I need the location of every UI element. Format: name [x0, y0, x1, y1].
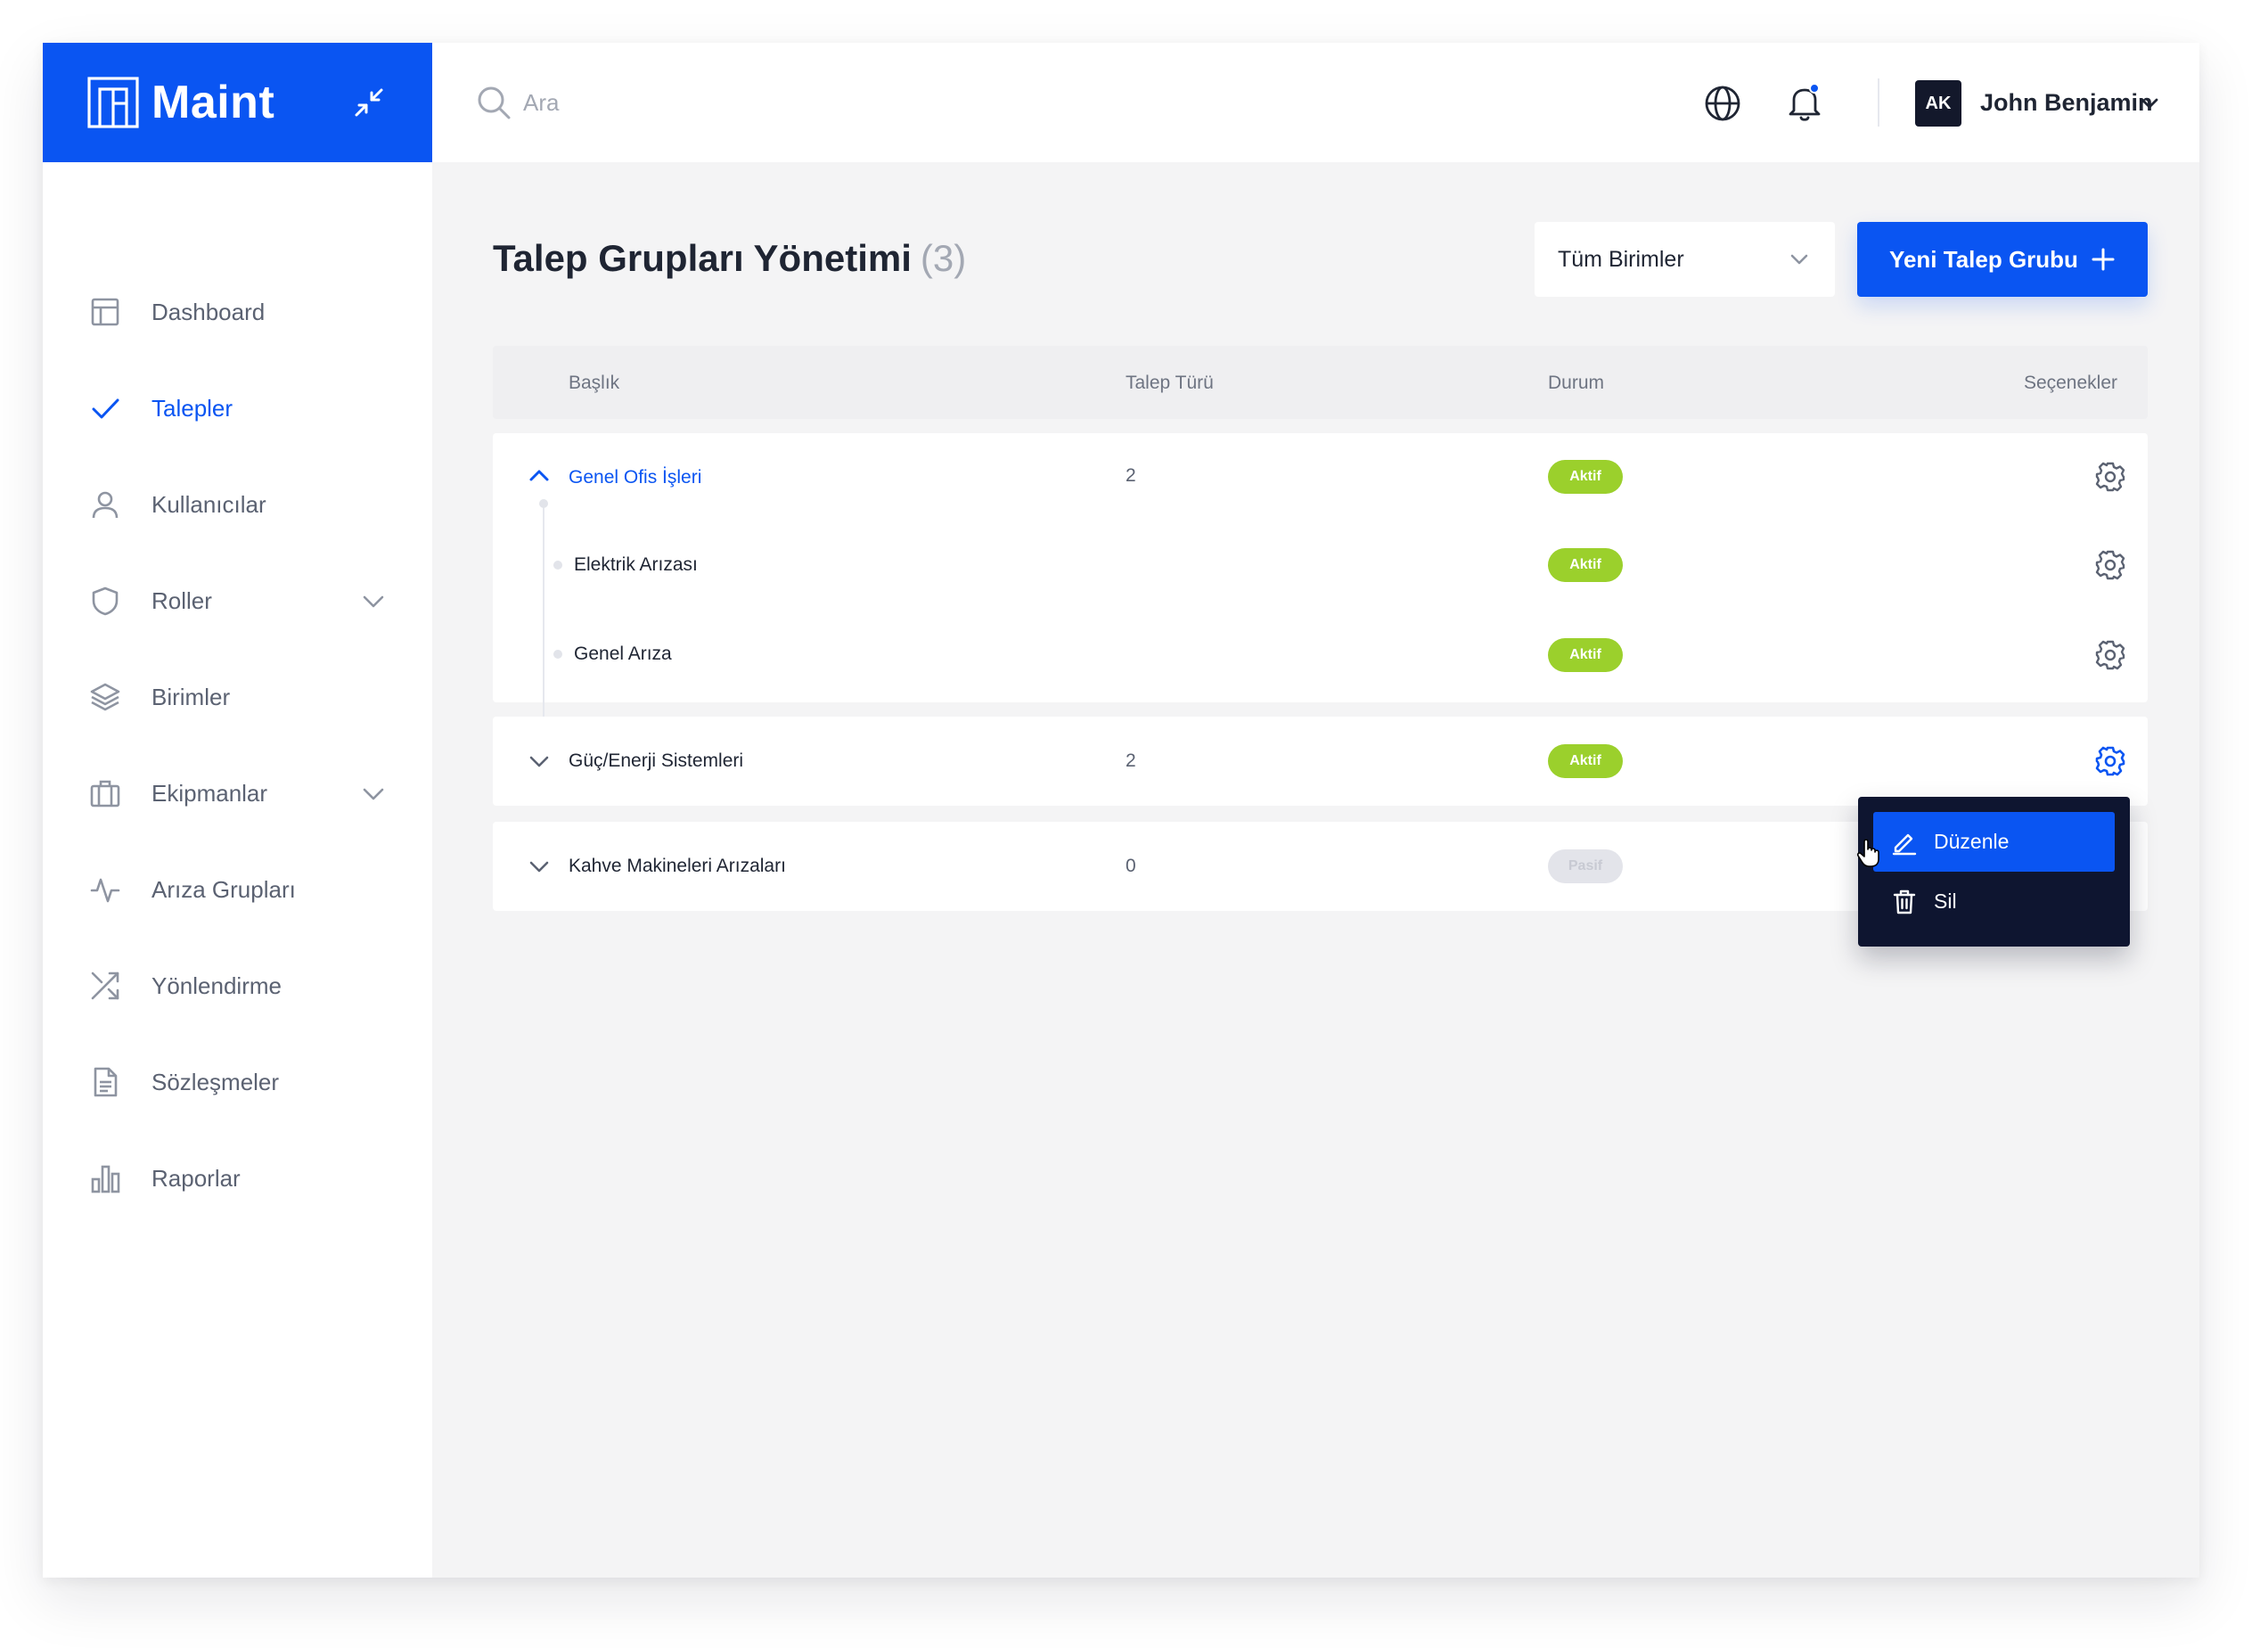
page-title: Talep Grupları Yönetimi (3): [493, 237, 966, 280]
sidebar-item-ekipmanlar[interactable]: Ekipmanlar: [43, 758, 432, 829]
maint-logo-icon: [87, 77, 139, 128]
menu-item-label: Düzenle: [1934, 830, 2010, 853]
layout-icon: [87, 294, 123, 330]
sidebar-item-ariza-gruplari[interactable]: Arıza Grupları: [43, 854, 432, 925]
status-badge: Aktif: [1548, 744, 1623, 778]
gear-icon[interactable]: [2094, 549, 2126, 581]
gear-icon[interactable]: [2094, 745, 2126, 777]
status-badge: Aktif: [1548, 548, 1623, 582]
hand-pointer-icon: [1856, 839, 1879, 867]
menu-item-delete[interactable]: Sil: [1873, 872, 2115, 931]
sidebar-item-yonlendirme[interactable]: Yönlendirme: [43, 950, 432, 1021]
options-dropdown-menu: Düzenle Sil: [1858, 797, 2130, 947]
gear-icon[interactable]: [2094, 461, 2126, 493]
gear-icon[interactable]: [2094, 639, 2126, 671]
sidebar-item-label: Talepler: [151, 394, 233, 422]
search-icon: [478, 86, 511, 119]
briefcase-icon: [87, 775, 123, 811]
page-title-count: (3): [920, 237, 967, 279]
new-request-group-button[interactable]: Yeni Talep Grubu: [1857, 222, 2148, 297]
request-type-count: 2: [1126, 750, 1136, 771]
sidebar-item-dashboard[interactable]: Dashboard: [43, 276, 432, 348]
sidebar-item-label: Yönlendirme: [151, 972, 282, 999]
topbar-divider: [1878, 78, 1879, 127]
bar-chart-icon: [87, 1160, 123, 1196]
pencil-icon: [1892, 833, 1917, 855]
request-type-count: 0: [1126, 856, 1136, 876]
sidebar-item-kullanicilar[interactable]: Kullanıcılar: [43, 469, 432, 540]
subgroup-title[interactable]: Elektrik Arızası: [574, 554, 698, 576]
column-header-options: Seçenekler: [2023, 373, 2117, 393]
menu-item-label: Sil: [1934, 890, 1957, 913]
chevron-down-icon: [1790, 254, 1808, 265]
shield-icon: [87, 583, 123, 619]
table-header: Başlık Talep Türü Durum Seçenekler: [493, 346, 2148, 419]
column-header-status: Durum: [1548, 373, 1605, 393]
sidebar-item-label: Kullanıcılar: [151, 490, 266, 518]
group-title[interactable]: Kahve Makineleri Arızaları: [569, 856, 786, 877]
sidebar-item-label: Dashboard: [151, 298, 266, 325]
user-name[interactable]: John Benjamin: [1980, 89, 2153, 117]
sidebar-item-label: Birimler: [151, 683, 231, 710]
activity-icon: [87, 872, 123, 907]
sidebar-item-sozlesmeler[interactable]: Sözleşmeler: [43, 1046, 432, 1118]
trash-icon: [1893, 890, 1916, 914]
file-icon: [87, 1064, 123, 1100]
chevron-down-icon[interactable]: [2136, 89, 2163, 116]
table-row-group: Genel Ofis İşleri 2 Aktif Elektrik Arıza…: [493, 433, 2148, 733]
unit-filter-value: Tüm Birimler: [1558, 246, 1684, 272]
chevron-down-icon[interactable]: [527, 854, 552, 879]
minimize-arrows-icon: [355, 88, 383, 117]
sidebar: Dashboard Talepler Kullanıcılar Roller B…: [43, 162, 432, 1578]
sidebar-item-label: Raporlar: [151, 1164, 241, 1192]
search-input[interactable]: [523, 82, 880, 123]
status-badge: Aktif: [1548, 460, 1623, 494]
status-badge: Aktif: [1548, 638, 1623, 672]
new-request-group-label: Yeni Talep Grubu: [1889, 245, 2078, 273]
tree-node-dot: [539, 499, 548, 508]
chevron-up-icon[interactable]: [527, 463, 552, 488]
subgroup-title[interactable]: Genel Arıza: [574, 644, 672, 665]
table-row-group: Güç/Enerji Sistemleri 2 Aktif: [493, 717, 2148, 806]
plus-icon: [2092, 248, 2115, 271]
request-type-count: 2: [1126, 465, 1136, 486]
page-title-text: Talep Grupları Yönetimi: [493, 237, 912, 279]
collapse-sidebar-button[interactable]: [350, 84, 388, 121]
sidebar-item-label: Roller: [151, 586, 212, 614]
chevron-down-icon[interactable]: [359, 779, 388, 808]
column-header-type: Talep Türü: [1126, 373, 1214, 393]
tree-node-dot: [553, 650, 562, 659]
brand-bar: Maint: [43, 43, 432, 162]
globe-icon[interactable]: [1703, 84, 1742, 123]
sidebar-item-birimler[interactable]: Birimler: [43, 661, 432, 733]
sidebar-item-raporlar[interactable]: Raporlar: [43, 1143, 432, 1214]
tree-node-dot: [553, 561, 562, 570]
group-title[interactable]: Genel Ofis İşleri: [569, 467, 701, 488]
tree-connector: [543, 503, 544, 733]
column-header-title: Başlık: [569, 373, 620, 393]
layers-icon: [87, 679, 123, 715]
shuffle-icon: [87, 968, 123, 1004]
sidebar-item-label: Sözleşmeler: [151, 1068, 280, 1095]
menu-item-edit[interactable]: Düzenle: [1873, 812, 2115, 872]
check-icon: [87, 390, 123, 426]
status-badge: Pasif: [1548, 849, 1623, 883]
sidebar-item-talepler[interactable]: Talepler: [43, 373, 432, 444]
unit-filter-select[interactable]: Tüm Birimler: [1535, 222, 1835, 297]
sidebar-item-label: Arıza Grupları: [151, 875, 296, 903]
chevron-down-icon[interactable]: [527, 749, 552, 774]
group-title[interactable]: Güç/Enerji Sistemleri: [569, 750, 743, 772]
app-window: Maint Dashboard Talepler Kullanıcılar Ro…: [43, 43, 2199, 1578]
topbar: AK John Benjamin: [432, 43, 2199, 162]
chevron-down-icon[interactable]: [359, 586, 388, 615]
sidebar-item-roller[interactable]: Roller: [43, 565, 432, 636]
bell-icon[interactable]: [1785, 82, 1824, 123]
brand-name: Maint: [151, 77, 275, 128]
avatar[interactable]: AK: [1915, 80, 1961, 127]
user-icon: [87, 487, 123, 522]
sidebar-item-label: Ekipmanlar: [151, 779, 268, 807]
